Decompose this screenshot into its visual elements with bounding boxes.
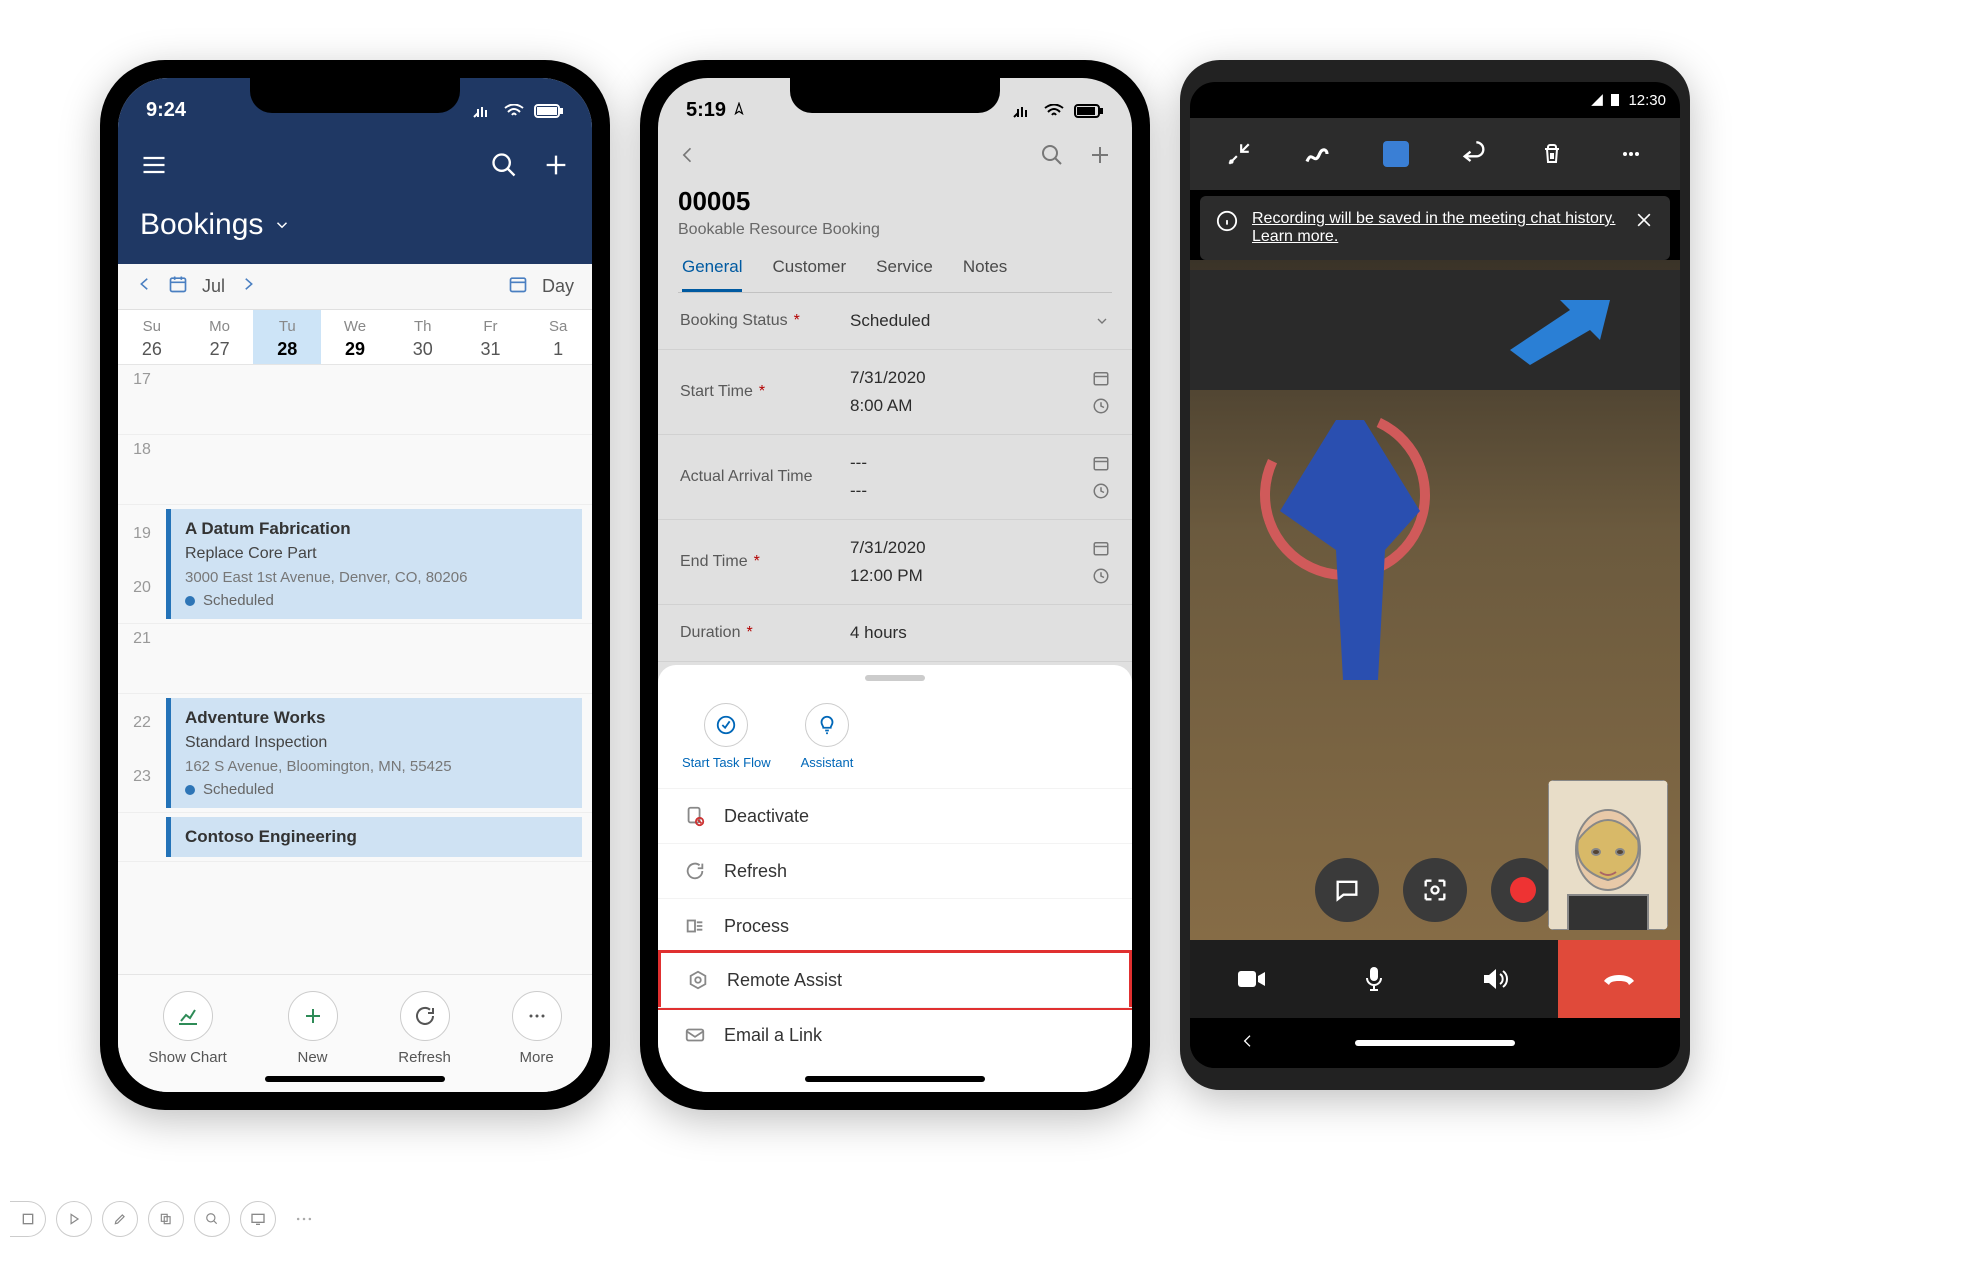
start-task-flow-button[interactable]: Start Task Flow: [682, 703, 771, 770]
ar-toolbar: [1190, 118, 1680, 190]
booking-event[interactable]: Adventure Works Standard Inspection 162 …: [166, 698, 582, 808]
screen-icon[interactable]: [240, 1201, 276, 1237]
zoom-icon[interactable]: [194, 1201, 230, 1237]
bottom-toolbar: Show Chart New Refresh More: [118, 974, 592, 1092]
video-toggle-button[interactable]: [1190, 940, 1313, 1018]
back-nav-icon[interactable]: [1240, 1033, 1256, 1054]
chat-button[interactable]: [1315, 858, 1379, 922]
call-controls: [1190, 940, 1680, 1018]
android-nav-bar: [1190, 1018, 1680, 1068]
hamburger-icon[interactable]: [140, 151, 168, 184]
day-col[interactable]: Mo27: [186, 310, 254, 364]
phone-booking-detail: 5:19 00005 Bookable Resource Booking Gen…: [640, 60, 1150, 1110]
status-icons: [469, 99, 564, 122]
phone-remote-assist-call: 12:30 Recording will be saved in the mee…: [1180, 60, 1690, 1090]
booking-event[interactable]: A Datum Fabrication Replace Core Part 30…: [166, 509, 582, 619]
week-row: Su26 Mo27 Tu28 We29 Th30 Fr31 Sa1: [118, 310, 592, 365]
trash-icon[interactable]: [1532, 134, 1572, 174]
next-arrow-icon[interactable]: [239, 275, 257, 298]
calendar-nav-bar: Jul Day: [118, 264, 592, 310]
info-icon: [1216, 210, 1238, 232]
learn-more-link[interactable]: Learn more.: [1252, 228, 1338, 245]
capture-button[interactable]: [1403, 858, 1467, 922]
more-button[interactable]: More: [512, 991, 562, 1066]
assistant-button[interactable]: Assistant: [801, 703, 854, 770]
day-col[interactable]: We29: [321, 310, 389, 364]
ar-video-feed[interactable]: [1190, 260, 1680, 940]
doc-toolbar: [10, 1201, 322, 1237]
process-item[interactable]: Process: [658, 898, 1132, 953]
collapse-icon[interactable]: [1219, 134, 1259, 174]
picture-in-picture[interactable]: [1548, 780, 1668, 930]
play-icon[interactable]: [56, 1201, 92, 1237]
action-sheet: Start Task Flow Assistant Deactivate Ref…: [658, 665, 1132, 1092]
view-label[interactable]: Day: [542, 276, 574, 297]
undo-icon[interactable]: [1454, 134, 1494, 174]
day-col[interactable]: Su26: [118, 310, 186, 364]
booking-event[interactable]: Contoso Engineering: [166, 817, 582, 857]
phone-bookings: 9:24 Bookings: [100, 60, 610, 1110]
schedule-view[interactable]: 17 18 1920 A Datum Fabrication Replace C…: [118, 365, 592, 974]
status-badge: Scheduled: [185, 781, 568, 798]
day-col[interactable]: Sa1: [524, 310, 592, 364]
edit-icon[interactable]: [102, 1201, 138, 1237]
close-icon[interactable]: [1634, 210, 1654, 235]
copy-icon[interactable]: [148, 1201, 184, 1237]
deactivate-item[interactable]: Deactivate: [658, 788, 1132, 843]
clock: 9:24: [146, 99, 186, 122]
more-icon[interactable]: [1611, 134, 1651, 174]
speaker-button[interactable]: [1435, 940, 1558, 1018]
day-col-selected[interactable]: Tu28: [253, 310, 321, 364]
show-chart-button[interactable]: Show Chart: [148, 991, 226, 1066]
arrow-annotation: [1500, 290, 1620, 370]
hangup-button[interactable]: [1558, 940, 1681, 1018]
recording-banner: Recording will be saved in the meeting c…: [1200, 196, 1670, 260]
page-title[interactable]: Bookings: [140, 208, 570, 242]
search-icon[interactable]: [490, 151, 518, 184]
email-link-item[interactable]: Email a Link: [658, 1007, 1132, 1062]
month-label: Jul: [202, 276, 225, 297]
doc-btn[interactable]: [10, 1201, 46, 1237]
day-col[interactable]: Th30: [389, 310, 457, 364]
record-button[interactable]: [1491, 858, 1555, 922]
refresh-button[interactable]: Refresh: [398, 991, 451, 1066]
more-doc-icon[interactable]: [286, 1201, 322, 1237]
home-pill[interactable]: [1355, 1040, 1515, 1046]
day-col[interactable]: Fr31: [457, 310, 525, 364]
prev-arrow-icon[interactable]: [136, 275, 154, 298]
calendar-icon: [508, 274, 528, 299]
color-selected-icon[interactable]: [1376, 134, 1416, 174]
drag-handle[interactable]: [865, 675, 925, 681]
calendar-icon[interactable]: [168, 274, 188, 299]
new-button[interactable]: New: [288, 991, 338, 1066]
plus-icon[interactable]: [542, 151, 570, 184]
remote-assist-item[interactable]: Remote Assist: [658, 950, 1132, 1010]
mic-toggle-button[interactable]: [1313, 940, 1436, 1018]
android-status-bar: 12:30: [1190, 82, 1680, 118]
status-badge: Scheduled: [185, 592, 568, 609]
draw-icon[interactable]: [1297, 134, 1337, 174]
refresh-item[interactable]: Refresh: [658, 843, 1132, 898]
